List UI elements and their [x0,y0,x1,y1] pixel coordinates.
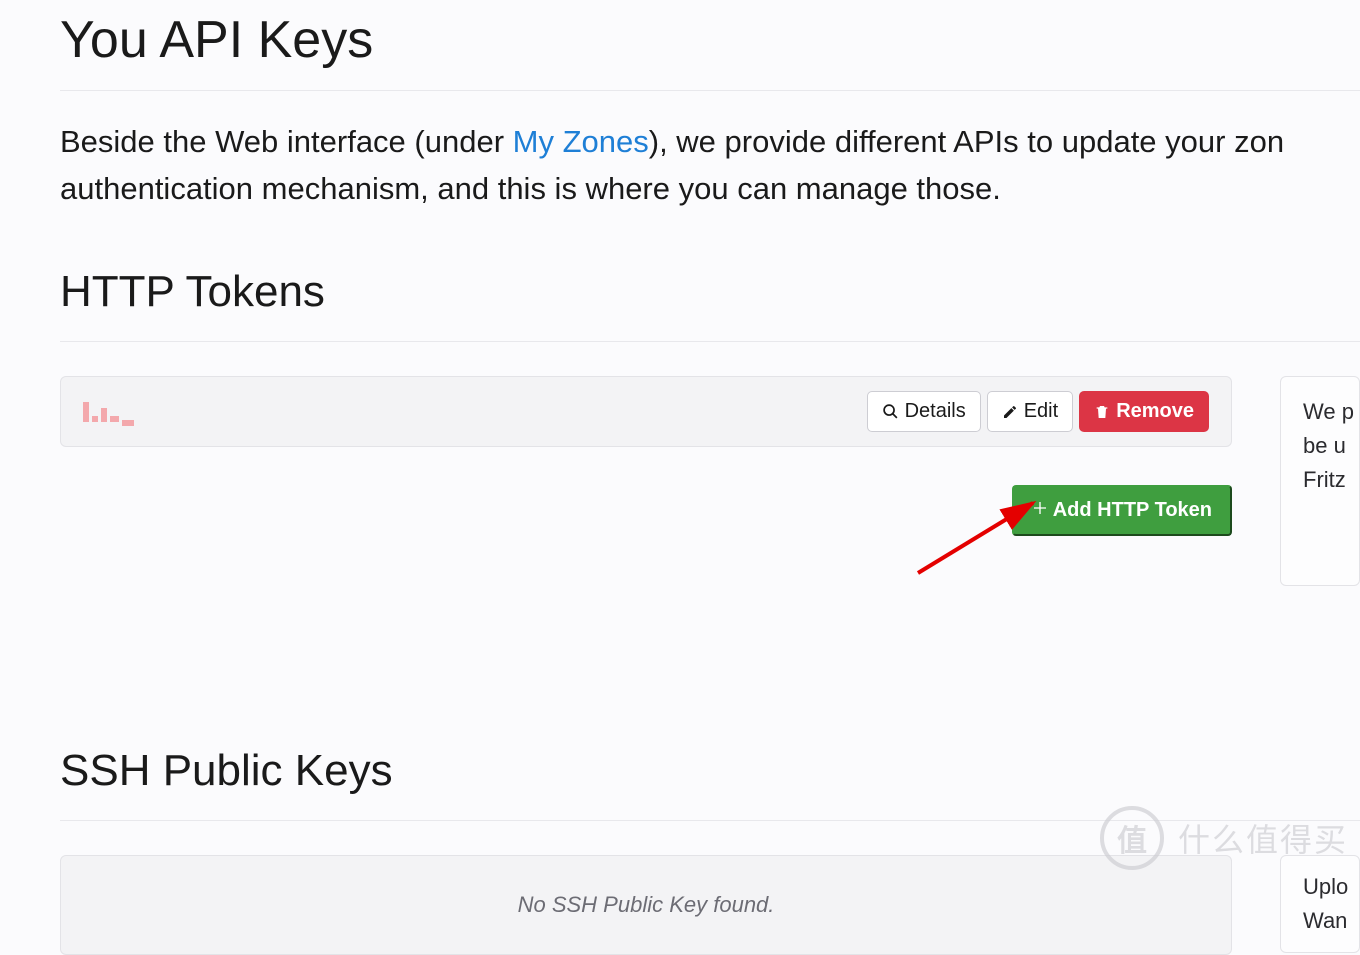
details-label: Details [905,400,966,423]
watermark-circle-icon: 值 [1100,806,1164,870]
plus-icon [1032,500,1048,516]
remove-button[interactable]: Remove [1079,391,1209,432]
http-token-row: Details Edit Remove [60,376,1232,447]
side-line: We p [1303,399,1354,424]
add-http-token-label: Add HTTP Token [1053,499,1212,521]
edit-label: Edit [1024,400,1058,423]
remove-label: Remove [1116,400,1194,423]
add-http-token-button[interactable]: Add HTTP Token [1012,485,1232,536]
details-button[interactable]: Details [867,391,981,432]
search-icon [882,403,899,420]
intro-text: Beside the Web interface (under My Zones… [60,119,1360,212]
ssh-empty-card: No SSH Public Key found. [60,855,1232,955]
side-line: be u [1303,433,1346,458]
http-side-panel: We p be u Fritz [1280,376,1360,586]
intro-before: Beside the Web interface (under [60,124,513,159]
watermark-text: 什么值得买 [1178,815,1348,861]
my-zones-link[interactable]: My Zones [513,124,649,159]
trash-icon [1094,404,1110,420]
ssh-empty-text: No SSH Public Key found. [518,892,775,917]
http-tokens-title: HTTP Tokens [60,267,1360,342]
pencil-icon [1002,404,1018,420]
side-line: Wan [1303,908,1347,933]
intro-line2: authentication mechanism, and this is wh… [60,171,1001,206]
page-title: You API Keys [60,10,1360,91]
edit-button[interactable]: Edit [987,391,1073,432]
side-line: Fritz [1303,467,1346,492]
side-line: Uplo [1303,874,1348,899]
redacted-token-icon [83,402,134,422]
intro-after: ), we provide different APIs to update y… [649,124,1284,159]
watermark: 值 什么值得买 [1100,806,1348,870]
